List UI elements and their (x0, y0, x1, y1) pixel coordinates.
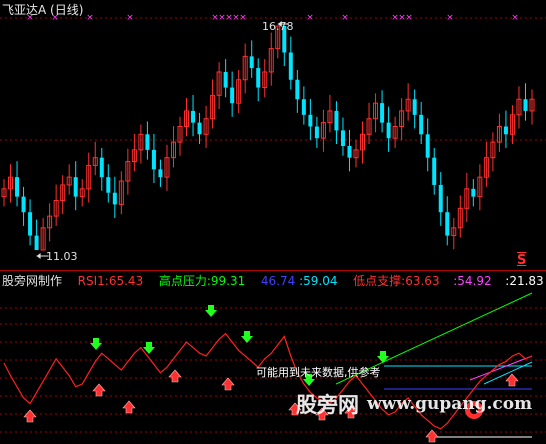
buy-signal-arrow (505, 373, 519, 387)
buy-signal-arrow (92, 383, 106, 397)
buy-signal-arrow (122, 400, 136, 414)
watermark-cn: 股旁网 (296, 392, 359, 417)
sell-signal-arrow (377, 351, 389, 363)
rsi-line (3, 332, 533, 430)
future-data-notice: 可能用到未来数据,供参考 (256, 366, 381, 379)
watermark-url: www.gupang.com (367, 394, 533, 414)
stock-chart-screen: 飞亚达A (日线) × × × × × × × × × × × × × × × × 16.78 11.03 S… (0, 0, 546, 444)
buy-signal-arrow (221, 377, 235, 391)
sell-signal-arrow (205, 305, 217, 317)
sell-signal-arrow (241, 331, 253, 343)
buy-signal-arrow (168, 369, 182, 383)
sell-signal-arrow (90, 338, 102, 350)
buy-signal-arrow (23, 409, 37, 423)
